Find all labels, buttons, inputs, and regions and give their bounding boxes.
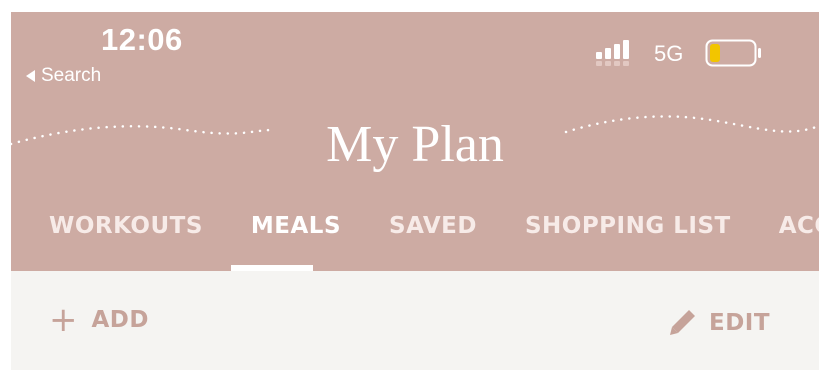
plus-icon: + (49, 300, 78, 340)
back-to-search-link[interactable]: Search (26, 65, 101, 87)
header: 12:06 Search 5G My Plan WORKOUTS MEALS S… (11, 12, 819, 271)
tab-workouts[interactable]: WORKOUTS (49, 213, 203, 239)
battery-icon (705, 39, 761, 67)
tab-shopping-list[interactable]: SHOPPING LIST (525, 213, 731, 239)
network-type: 5G (654, 41, 684, 66)
status-time: 12:06 (101, 22, 183, 57)
tab-account[interactable]: ACCOUNT (779, 213, 819, 239)
add-label: ADD (91, 307, 149, 333)
back-arrow-icon (26, 70, 35, 82)
meals-toolbar: + ADD EDIT (11, 271, 819, 370)
page-title: My Plan (326, 116, 504, 173)
edit-button[interactable]: EDIT (667, 308, 770, 338)
add-button[interactable]: + ADD (49, 300, 149, 340)
back-label: Search (41, 65, 102, 86)
edit-label: EDIT (709, 310, 771, 336)
tab-saved[interactable]: SAVED (389, 213, 477, 239)
tab-bar: WORKOUTS MEALS SAVED SHOPPING LIST ACCOU… (49, 213, 819, 239)
app-screen: 12:06 Search 5G My Plan WORKOUTS MEALS S… (11, 12, 819, 370)
tab-meals[interactable]: MEALS (251, 213, 341, 239)
cellular-signal-icon (596, 40, 629, 66)
pencil-icon (670, 310, 695, 335)
